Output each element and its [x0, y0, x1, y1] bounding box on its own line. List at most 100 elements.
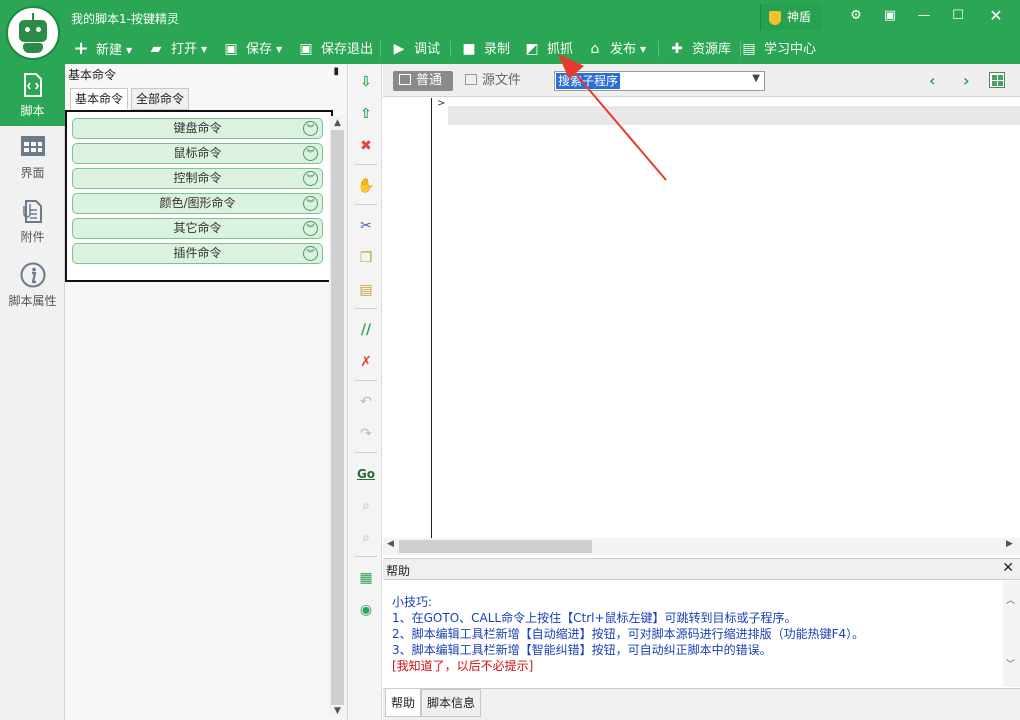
- capture-icon: ◩: [525, 41, 539, 57]
- floppy-icon: ▣: [224, 41, 238, 57]
- cmd-label: 键盘命令: [173, 121, 222, 135]
- shield-label: 神盾: [787, 10, 812, 24]
- attachment-icon: [22, 200, 42, 223]
- cmd-keyboard[interactable]: 键盘命令 ︾: [72, 118, 323, 139]
- tab-script-info[interactable]: 脚本信息: [421, 689, 482, 717]
- editor-hscrollbar[interactable]: ◀ ▶: [383, 538, 1020, 555]
- nav-label: 附件: [20, 230, 45, 244]
- scroll-thumb[interactable]: [399, 540, 592, 553]
- cmd-color-graphics[interactable]: 颜色/图形命令 ︾: [72, 193, 323, 214]
- expand-icon[interactable]: ︾: [303, 171, 318, 186]
- nav-item-script[interactable]: 脚本: [0, 64, 65, 126]
- cmd-label: 其它命令: [173, 221, 222, 235]
- close-icon[interactable]: ✕: [986, 5, 1006, 27]
- expand-icon[interactable]: ︾: [303, 246, 318, 261]
- chevron-down-icon[interactable]: ﹀: [1006, 657, 1015, 670]
- scroll-left-icon[interactable]: ◀: [387, 539, 394, 549]
- expand-icon[interactable]: ︾: [303, 196, 318, 211]
- move-down-icon[interactable]: ⇩: [355, 72, 377, 92]
- shield-button[interactable]: 神盾: [760, 4, 822, 30]
- cmd-mouse[interactable]: 鼠标命令 ︾: [72, 143, 323, 164]
- open-button[interactable]: ▰ 打开 ▼: [147, 38, 208, 60]
- undo-icon[interactable]: ↶: [355, 392, 377, 412]
- chevron-down-icon: ▼: [126, 45, 133, 55]
- save-exit-button[interactable]: ▣ 保存退出: [297, 38, 373, 60]
- nav-item-attachment[interactable]: 附件: [0, 198, 65, 258]
- nav-label: 界面: [20, 166, 45, 180]
- nav-item-interface[interactable]: 界面: [0, 134, 65, 194]
- book-icon: ▤: [742, 41, 756, 57]
- cmd-other[interactable]: 其它命令 ︾: [72, 218, 323, 239]
- delete-icon[interactable]: ✖: [355, 136, 377, 156]
- expand-icon[interactable]: ︾: [303, 221, 318, 236]
- find-icon[interactable]: ⌕: [355, 496, 377, 516]
- source-file-icon: [465, 74, 477, 85]
- settings-icon[interactable]: ⚙: [846, 5, 866, 27]
- tab-all-commands[interactable]: 全部命令: [131, 88, 190, 110]
- dismiss-tip-link[interactable]: [我知道了，以后不必提示]: [392, 657, 533, 674]
- learning-label: 学习中心: [764, 42, 817, 57]
- help-panel-header: 帮助 ✕: [383, 558, 1020, 580]
- code-editor[interactable]: >: [383, 98, 1020, 540]
- debug-label: 调试: [414, 42, 441, 57]
- goto-icon[interactable]: Go: [355, 464, 377, 484]
- move-up-icon[interactable]: ⇧: [355, 104, 377, 124]
- comment-icon[interactable]: //: [355, 320, 377, 340]
- cmd-plugin[interactable]: 插件命令 ︾: [72, 243, 323, 264]
- back-icon[interactable]: ‹: [929, 71, 936, 90]
- scroll-right-icon[interactable]: ▶: [1006, 539, 1013, 549]
- debug-button[interactable]: ▶ 调试: [390, 38, 440, 60]
- save-exit-icon: ▣: [299, 41, 313, 57]
- auto-indent-icon[interactable]: ▦: [355, 568, 377, 588]
- help-line: 3、脚本编辑工具栏新增【智能纠错】按钮，可自动纠正脚本中的错误。: [392, 643, 772, 657]
- expand-icon[interactable]: ︾: [303, 146, 318, 161]
- paste-icon[interactable]: ▤: [355, 280, 377, 300]
- scroll-thumb[interactable]: [331, 130, 344, 705]
- chevron-up-icon[interactable]: ︿: [1006, 593, 1015, 606]
- cut-icon[interactable]: ✂: [355, 216, 377, 236]
- panel-scrollbar[interactable]: ▲ ▼: [329, 116, 346, 718]
- learning-center-button[interactable]: ▤ 学习中心: [740, 38, 816, 60]
- new-button[interactable]: + 新建 ▼: [72, 38, 132, 60]
- scroll-up-icon[interactable]: ▲: [329, 118, 346, 128]
- scroll-down-icon[interactable]: ▼: [329, 706, 346, 716]
- nav-item-script-properties[interactable]: 脚本属性: [0, 262, 65, 322]
- cmd-control[interactable]: 控制命令 ︾: [72, 168, 323, 189]
- left-nav: 脚本 界面 附件 脚本属性: [0, 64, 65, 720]
- find-next-icon[interactable]: ⌕: [355, 528, 377, 548]
- skin-menu-icon[interactable]: ▣: [880, 5, 900, 27]
- layout-grid-icon[interactable]: [989, 72, 1005, 88]
- hand-icon[interactable]: ✋: [355, 176, 377, 196]
- save-exit-label: 保存退出: [321, 42, 374, 57]
- expand-icon[interactable]: ︾: [303, 121, 318, 136]
- minimize-icon[interactable]: —: [914, 5, 934, 27]
- copy-icon[interactable]: ❐: [355, 248, 377, 268]
- nav-label: 脚本: [20, 104, 45, 118]
- uncomment-icon[interactable]: ✗: [355, 352, 377, 372]
- help-line: 2、脚本编辑工具栏新增【自动缩进】按钮，可对脚本源码进行缩进排版（功能热键F4）…: [392, 627, 865, 641]
- forward-icon[interactable]: ›: [963, 71, 970, 90]
- save-button[interactable]: ▣ 保存 ▼: [222, 38, 282, 60]
- redo-icon[interactable]: ↷: [355, 424, 377, 444]
- command-list: 键盘命令 ︾ 鼠标命令 ︾ 控制命令 ︾ 颜色/图形命令 ︾ 其它命令 ︾ 插件命令 ︾: [65, 110, 333, 282]
- record-button[interactable]: ■ 录制: [460, 38, 510, 60]
- chevron-down-icon[interactable]: ▼: [752, 73, 760, 84]
- save-label: 保存: [246, 42, 273, 57]
- folder-icon: ▰: [150, 41, 162, 57]
- help-scrollbar[interactable]: ︿ ﹀: [1003, 581, 1020, 687]
- mode-normal-button[interactable]: 普通: [393, 71, 453, 91]
- resources-label: 资源库: [692, 42, 732, 57]
- tab-help[interactable]: 帮助: [385, 689, 422, 717]
- maximize-icon[interactable]: ☐: [948, 5, 968, 27]
- gutter-divider: [431, 98, 432, 538]
- cmd-label: 插件命令: [173, 246, 222, 260]
- app-logo: [6, 6, 60, 60]
- panel-title: 基本命令: [68, 68, 117, 82]
- close-icon[interactable]: ✕: [1002, 560, 1014, 576]
- tab-basic-commands[interactable]: 基本命令: [70, 88, 129, 110]
- edit-toolbar: ⇩ ⇧ ✖ ✋ ✂ ❐ ▤ // ✗ ↶ ↷ Go ⌕ ⌕ ▦ ◉: [349, 64, 382, 720]
- command-panel: 基本命令 ▮ 基本命令 全部命令 键盘命令 ︾ 鼠标命令 ︾ 控制命令 ︾ 颜色/图形…: [65, 64, 348, 720]
- pin-icon[interactable]: ▮: [333, 66, 339, 77]
- smart-fix-icon[interactable]: ◉: [355, 600, 377, 620]
- mode-source-button[interactable]: 源文件: [459, 71, 521, 91]
